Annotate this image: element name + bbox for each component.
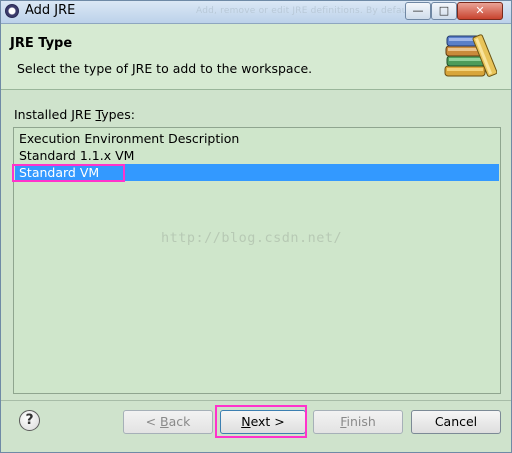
finish-button[interactable]: Finish [313,410,403,434]
close-button[interactable]: ✕ [457,2,503,20]
cancel-button[interactable]: Cancel [411,410,501,434]
background-window-title: Add, remove or edit JRE definitions. By … [196,6,436,16]
next-button[interactable]: Next > [220,410,306,434]
list-item-standard-1-1-x-vm[interactable]: Standard 1.1.x VM [15,147,499,164]
watermark-text: http://blog.csdn.net/ [161,230,343,246]
jre-books-icon [444,34,497,77]
list-item-standard-vm[interactable]: Standard VM [15,164,499,181]
maximize-button[interactable]: □ [431,2,457,20]
page-title: JRE Type [10,36,73,51]
minimize-button[interactable]: — [405,2,431,20]
page-description: Select the type of JRE to add to the wor… [17,61,313,76]
jre-types-list[interactable]: Execution Environment Description Standa… [13,127,501,394]
title-bar[interactable]: Add JRE Add, remove or edit JRE definiti… [1,1,511,24]
list-item-execution-environment[interactable]: Execution Environment Description [15,130,499,147]
wizard-header: JRE Type Select the type of JRE to add t… [1,24,511,90]
footer-separator [1,400,511,401]
installed-jre-types-label: Installed JRE Types: [14,107,135,122]
eclipse-app-icon [5,4,19,18]
add-jre-dialog: Add JRE Add, remove or edit JRE definiti… [0,0,512,453]
window-title: Add JRE [25,3,76,18]
back-button[interactable]: < Back [123,410,213,434]
help-icon[interactable]: ? [19,410,40,431]
